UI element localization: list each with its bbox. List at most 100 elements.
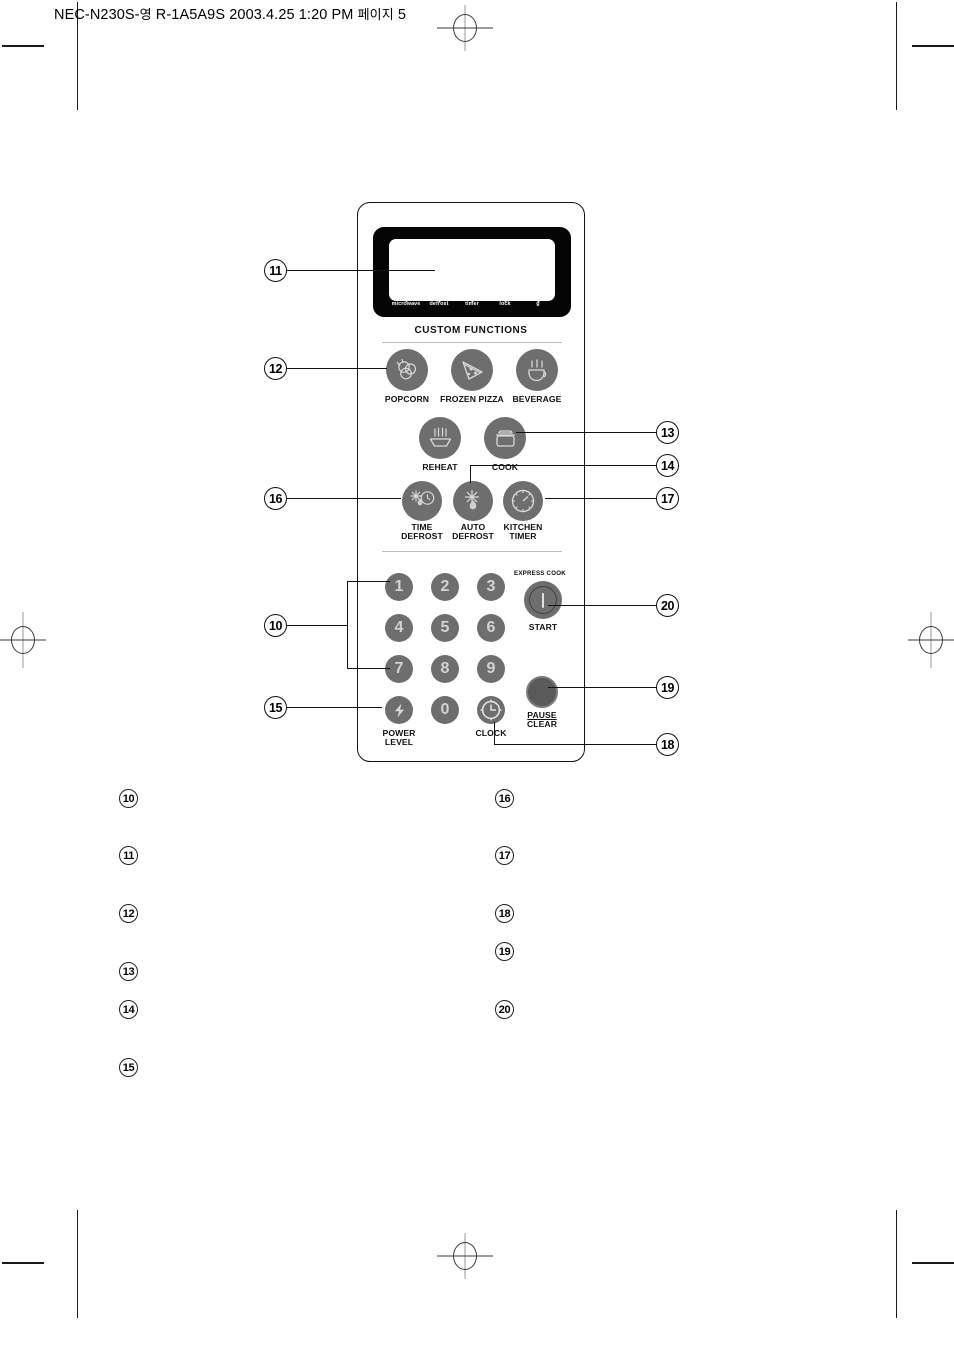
callout-13-leader <box>516 432 656 434</box>
kitchen-timer-label: KITCHEN TIMER <box>484 522 562 542</box>
indicator-label: lock <box>499 301 511 307</box>
display-indicator-row: microwave defrost timer lock g <box>389 289 555 315</box>
callout-11-leader <box>287 270 435 272</box>
callout-17[interactable]: 17 <box>656 487 679 510</box>
indicator-label: microwave <box>391 301 421 307</box>
callout-18-leader <box>494 744 656 746</box>
legend-item-15: 15 <box>119 1058 138 1077</box>
slug-korean-2: 페이지 <box>357 7 394 22</box>
legend-item-18: 18 <box>495 904 514 923</box>
snowflake-drop-icon <box>465 490 479 510</box>
legend-item-16: 16 <box>495 789 514 808</box>
indicator-defrost: defrost <box>424 289 454 307</box>
callout-10[interactable]: 10 <box>264 614 287 637</box>
pause-clear-label: PAUSE CLEAR <box>503 710 581 730</box>
clock-label: CLOCK <box>475 728 507 738</box>
callout-17-leader <box>545 498 656 500</box>
pause-clear-button[interactable] <box>526 676 558 708</box>
dish-steam-icon <box>429 427 451 447</box>
legend-item-10: 10 <box>119 789 138 808</box>
callout-11[interactable]: 11 <box>264 259 287 282</box>
legend-item-20: 20 <box>495 1000 514 1019</box>
crop-mark-right-tick-upper <box>912 45 954 47</box>
callout-14[interactable]: 14 <box>656 454 679 477</box>
clock-face-icon <box>480 699 502 721</box>
slug-korean-1: 영 <box>139 7 152 22</box>
pizza-slice-icon <box>461 360 483 380</box>
snowflake-drop-clock-icon <box>410 490 434 505</box>
start-label: START <box>528 622 558 632</box>
callout-19[interactable]: 19 <box>656 676 679 699</box>
callout-16[interactable]: 16 <box>264 487 287 510</box>
crop-mark-right-tick-lower <box>912 1262 954 1264</box>
callout-20[interactable]: 20 <box>656 594 679 617</box>
indicator-grams: g <box>523 289 553 307</box>
reheat-button[interactable] <box>419 417 461 459</box>
keypad-9[interactable]: 9 <box>477 655 505 683</box>
crop-mark-left-tick-lower <box>2 1262 44 1264</box>
indicator-label: defrost <box>429 301 449 307</box>
power-level-button[interactable] <box>385 696 413 724</box>
kitchen-timer-button[interactable] <box>503 481 543 521</box>
pot-lid-icon <box>495 429 515 447</box>
bowl-indicator-icon <box>490 289 520 303</box>
bowl-indicator-icon <box>457 289 487 303</box>
start-bar-icon <box>529 586 557 614</box>
callout-15[interactable]: 15 <box>264 696 287 719</box>
start-button[interactable] <box>524 581 562 619</box>
keypad-3[interactable]: 3 <box>477 573 505 601</box>
callout-14-leader-vertical <box>470 465 472 483</box>
callout-13[interactable]: 13 <box>656 421 679 444</box>
slug-page-number: 5 <box>393 7 407 23</box>
keypad-0[interactable]: 0 <box>431 696 459 724</box>
callout-12-leader <box>287 368 387 370</box>
keypad-8[interactable]: 8 <box>431 655 459 683</box>
clock-button[interactable] <box>477 696 505 724</box>
crop-mark-left-tick-upper <box>2 45 44 47</box>
legend-item-13: 13 <box>119 962 138 981</box>
popcorn-button[interactable] <box>386 349 428 391</box>
time-defrost-button[interactable] <box>402 481 442 521</box>
legend-item-11: 11 <box>119 846 138 865</box>
registration-mark-right <box>908 612 954 668</box>
callout-19-leader <box>548 687 656 689</box>
power-level-label: POWER LEVEL <box>360 728 438 748</box>
crop-mark-bottom-left-vertical <box>77 1210 79 1318</box>
legend-item-12: 12 <box>119 904 138 923</box>
callout-18-leader-vertical <box>494 722 496 745</box>
legend-item-17: 17 <box>495 846 514 865</box>
divider-bottom <box>382 551 562 552</box>
callout-15-leader <box>287 707 382 709</box>
power-level-label-line2: LEVEL <box>384 737 414 748</box>
keypad-2[interactable]: 2 <box>431 573 459 601</box>
legend-item-14: 14 <box>119 1000 138 1019</box>
registration-mark-bottom <box>437 1233 493 1279</box>
callout-20-leader <box>548 605 656 607</box>
callout-10-branch-row1 <box>347 581 390 583</box>
callout-18[interactable]: 18 <box>656 733 679 756</box>
callout-10-leader <box>287 625 347 627</box>
popcorn-icon <box>396 358 417 380</box>
auto-defrost-button[interactable] <box>453 481 493 521</box>
custom-functions-title: CUSTOM FUNCTIONS <box>414 325 528 336</box>
cook-button[interactable] <box>484 417 526 459</box>
indicator-timer: timer <box>457 289 487 307</box>
crop-mark-bottom-right-vertical <box>896 1210 898 1318</box>
keypad-4[interactable]: 4 <box>385 614 413 642</box>
callout-14-leader <box>470 465 656 467</box>
lightning-bolt-icon <box>394 703 404 717</box>
keypad-5[interactable]: 5 <box>431 614 459 642</box>
keypad-1[interactable]: 1 <box>385 573 413 601</box>
clock-icon <box>511 489 535 513</box>
frozen-pizza-button[interactable] <box>451 349 493 391</box>
slug-model: NEC-N230S- <box>54 7 140 23</box>
beverage-button[interactable] <box>516 349 558 391</box>
callout-12[interactable]: 12 <box>264 357 287 380</box>
express-cook-label: EXPRESS COOK <box>514 570 566 577</box>
cup-steam-icon <box>528 359 547 382</box>
indicator-microwave: microwave <box>391 289 421 307</box>
indicator-label: timer <box>465 301 479 307</box>
document-page: NEC-N230S-영 R-1A5A9S 2003.4.25 1:20 PM 페… <box>0 0 954 1351</box>
display-bezel: microwave defrost timer lock g <box>373 227 571 317</box>
keypad-6[interactable]: 6 <box>477 614 505 642</box>
